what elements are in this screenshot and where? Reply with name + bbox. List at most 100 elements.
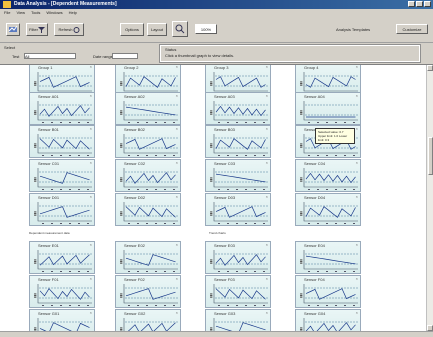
status-label: Status [165,47,177,52]
filter-button[interactable]: Filter [26,23,48,36]
thumbnail-card[interactable]: Sensor D04 × ▮▮▮ [295,193,361,226]
mini-chart: ▮▮▮ [299,284,358,306]
svg-text:▮▮▮: ▮▮▮ [299,211,303,216]
svg-text:▮▮▮: ▮▮▮ [33,110,37,115]
magnifier-icon [175,24,185,34]
thumbnail-card[interactable]: Sensor E03 × ▮▮▮ [205,241,271,274]
thumbnail-card[interactable]: Sensor G04 × ▮▮▮ [295,309,361,331]
date-range-label: Date range [93,54,113,59]
test-select-value: All [25,54,30,59]
svg-text:▮▮▮: ▮▮▮ [33,177,37,182]
thumbnail-card[interactable]: Sensor E04 × ▮▮▮ [295,241,361,274]
thumbnail-grid: Dependent measurement data Trend charts … [3,65,429,331]
thumbnail-card[interactable]: Sensor D03 × ▮▮▮ [205,193,271,226]
svg-text:▮▮▮: ▮▮▮ [299,177,303,182]
thumbnail-card[interactable]: Sensor F03 × ▮▮▮ [205,275,271,308]
mini-chart: ▮▮▮ [209,250,268,272]
thumbnail-card[interactable]: Sensor E01 × ▮▮▮ [29,241,95,274]
menu-item-view[interactable]: View [16,10,25,15]
thumbnail-card[interactable]: Sensor B03 × ▮▮▮ [205,125,271,158]
maximize-button[interactable] [416,1,423,7]
svg-text:▮▮▮: ▮▮▮ [119,177,123,182]
mini-chart: ▮▮▮ [209,101,268,123]
zoom-select[interactable]: 100% [195,24,217,34]
mini-chart: ▮▮▮ [33,134,92,156]
thumbnail-card[interactable]: Sensor B02 × ▮▮▮ [115,125,181,158]
customize-button[interactable]: Customize [396,24,428,34]
svg-text:▮▮▮: ▮▮▮ [209,143,213,148]
filter-button-label: Filter [29,27,38,32]
mini-chart: ▮▮▮ [33,202,92,224]
run-button[interactable] [6,23,20,36]
close-button[interactable] [424,1,431,7]
mini-chart: ▮▮▮ [299,168,358,190]
status-text: Click a thumbnail graph to view details. [165,53,235,58]
mini-chart: ▮▮▮ [209,284,268,306]
mini-chart: ▮▮▮ [299,101,358,123]
svg-text:▮▮▮: ▮▮▮ [299,81,303,86]
toolbar: Filter Refresh Options Layout 100% Analy… [0,16,433,43]
thumbnail-card[interactable]: Sensor D02 × ▮▮▮ [115,193,181,226]
mini-chart: ▮▮▮ [299,250,358,272]
thumbnail-card[interactable]: Sensor A04 × ▮▮▮ [295,92,361,125]
thumbnail-card[interactable]: Sensor C01 × ▮▮▮ [29,159,95,192]
thumbnail-card[interactable]: Sensor F02 × ▮▮▮ [115,275,181,308]
thumbnail-card[interactable]: Sensor A02 × ▮▮▮ [115,92,181,125]
scroll-up-arrow[interactable] [427,65,433,71]
thumbnail-card[interactable]: Sensor F01 × ▮▮▮ [29,275,95,308]
value-tooltip: Selected value: 0.7 Upper limit: 1.0 Low… [315,128,355,144]
menu-item-windows[interactable]: Windows [46,10,62,15]
svg-text:▮▮▮: ▮▮▮ [119,211,123,216]
options-button[interactable]: Options [120,23,144,36]
thumbnail-card[interactable]: Sensor B01 × ▮▮▮ [29,125,95,158]
test-select[interactable]: All [24,53,76,59]
test-label: Test [12,54,20,59]
mini-chart: ▮▮▮ [119,101,178,123]
filter-icon [37,26,45,33]
status-fieldset: Status Click a thumbnail graph to view d… [159,44,421,63]
mini-chart: ▮▮▮ [33,318,92,331]
thumbnail-card[interactable]: Sensor D01 × ▮▮▮ [29,193,95,226]
thumbnail-card[interactable]: Sensor A01 × ▮▮▮ [29,92,95,125]
thumbnail-card[interactable]: Sensor A03 × ▮▮▮ [205,92,271,125]
refresh-button-label: Refresh [58,27,73,32]
mini-chart: ▮▮▮ [119,168,178,190]
thumbnail-card[interactable]: Sensor C02 × ▮▮▮ [115,159,181,192]
run-icon [8,25,18,32]
svg-text:▮▮▮: ▮▮▮ [299,259,303,264]
svg-text:▮▮▮: ▮▮▮ [119,259,123,264]
title-bar: Data Analysis - [Dependent Measurements] [0,0,433,9]
refresh-icon [73,26,79,33]
menu-item-tools[interactable]: Tools [31,10,40,15]
mini-chart: ▮▮▮ [299,318,358,331]
section-label-trend: Trend charts [209,231,226,235]
zoom-value: 100% [200,26,212,32]
mini-chart: ▮▮▮ [209,202,268,224]
mini-chart: ▮▮▮ [209,134,268,156]
minimize-button[interactable] [408,1,415,7]
zoom-button[interactable] [172,21,188,37]
scroll-thumb[interactable] [428,137,433,175]
thumbnail-card[interactable]: Sensor G01 × ▮▮▮ [29,309,95,331]
layout-button[interactable]: Layout [147,23,167,36]
filter-bar: Select Test All Date range Status Click … [0,43,433,65]
thumbnail-card[interactable]: Sensor C04 × ▮▮▮ [295,159,361,192]
date-range-input[interactable] [112,53,138,59]
mini-chart: ▮▮▮ [209,168,268,190]
svg-text:▮▮▮: ▮▮▮ [209,211,213,216]
mini-chart: ▮▮▮ [299,202,358,224]
thumbnail-card[interactable]: Sensor C03 × ▮▮▮ [205,159,271,192]
menu-item-file[interactable]: File [4,10,10,15]
mini-chart: ▮▮▮ [119,134,178,156]
mini-chart: ▮▮▮ [119,202,178,224]
refresh-button[interactable]: Refresh [54,23,84,36]
thumbnail-card[interactable]: Sensor G02 × ▮▮▮ [115,309,181,331]
thumbnail-card[interactable]: Sensor E02 × ▮▮▮ [115,241,181,274]
svg-text:▮▮▮: ▮▮▮ [119,81,123,86]
menu-item-help[interactable]: Help [69,10,77,15]
mini-chart: ▮▮▮ [33,250,92,272]
svg-text:▮▮▮: ▮▮▮ [209,177,213,182]
vertical-scrollbar[interactable] [426,65,433,331]
thumbnail-card[interactable]: Sensor G03 × ▮▮▮ [205,309,271,331]
thumbnail-card[interactable]: Sensor F04 × ▮▮▮ [295,275,361,308]
